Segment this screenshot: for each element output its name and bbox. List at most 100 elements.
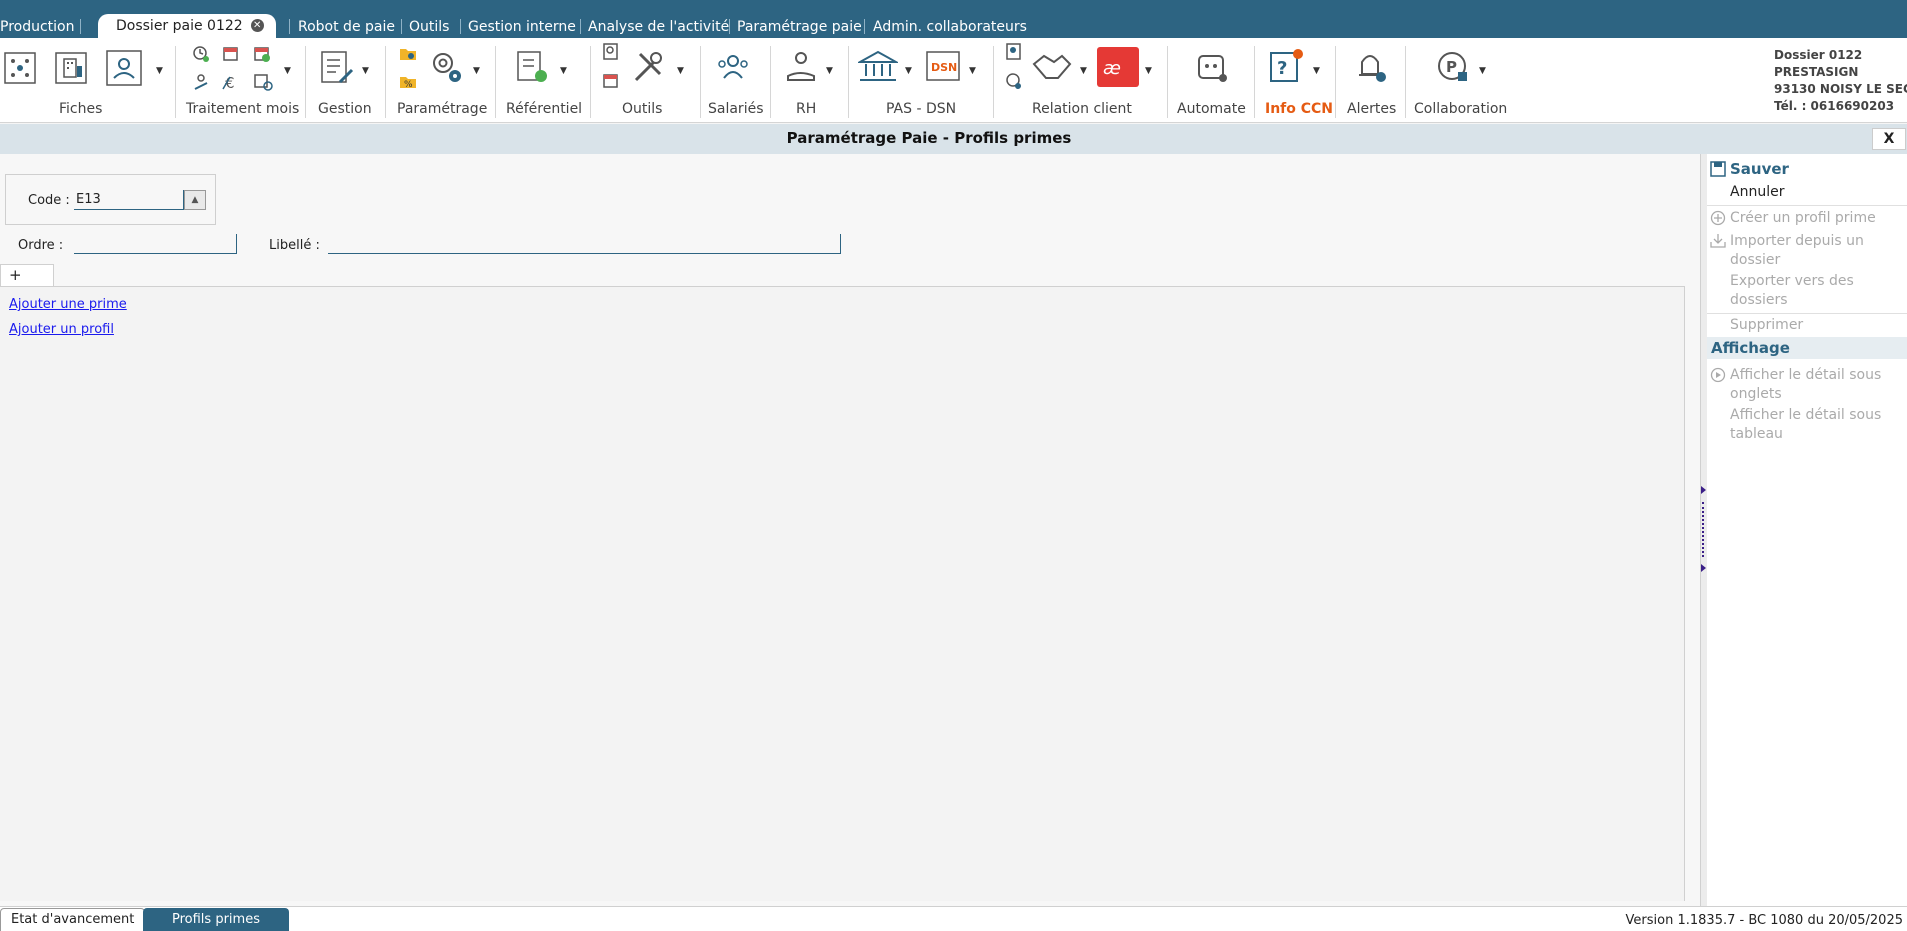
chevron-down-icon[interactable]: ▼ xyxy=(1145,66,1152,76)
calendar-view-icon[interactable] xyxy=(253,73,273,91)
import-line-1: Importer depuis un xyxy=(1730,233,1864,249)
myae-logo-icon[interactable]: æ xyxy=(1097,47,1139,87)
ribbon-separator xyxy=(1254,46,1255,118)
tab-separator xyxy=(80,19,81,34)
chevron-down-icon[interactable]: ▼ xyxy=(677,66,684,76)
chevron-down-icon[interactable]: ▼ xyxy=(1479,66,1486,76)
tab-gestion-interne[interactable]: Gestion interne xyxy=(468,16,576,38)
document-search-icon[interactable] xyxy=(516,50,552,86)
tab-parametrage-paie[interactable]: Paramétrage paie xyxy=(737,16,862,38)
ribbon-separator xyxy=(1167,46,1168,118)
calendar-edit-icon[interactable] xyxy=(222,45,240,63)
alert-bell-icon[interactable] xyxy=(1354,48,1390,86)
chevron-down-icon[interactable]: ▼ xyxy=(1080,66,1087,76)
delete-button[interactable]: Supprimer xyxy=(1730,316,1803,335)
employees-group-icon[interactable] xyxy=(716,52,750,84)
dossier-company: PRESTASIGN xyxy=(1774,65,1859,79)
ordre-field[interactable] xyxy=(74,234,237,254)
ribbon-separator xyxy=(1335,46,1336,118)
ribbon-group-parametrage: Paramétrage xyxy=(397,101,488,117)
calendar-check-icon[interactable] xyxy=(253,45,271,63)
organization-chart-icon[interactable] xyxy=(4,52,36,84)
collapse-arrow-icon[interactable] xyxy=(1701,486,1706,494)
dsn-icon[interactable]: DSN xyxy=(925,50,961,84)
libelle-label: Libellé : xyxy=(269,238,320,253)
person-transfer-icon[interactable] xyxy=(192,73,210,91)
close-tab-icon[interactable]: ✕ xyxy=(250,18,264,32)
handshake-icon[interactable] xyxy=(1032,50,1072,84)
folder-percent-icon[interactable]: % xyxy=(399,73,417,91)
ribbon-group-relation-client: Relation client xyxy=(1032,101,1132,117)
import-button[interactable]: Importer depuis un dossier xyxy=(1730,232,1864,270)
splitter-grip[interactable] xyxy=(1702,502,1705,557)
settings-gear-icon[interactable] xyxy=(428,48,464,86)
ribbon-group-referentiel: Référentiel xyxy=(506,101,583,117)
employee-card-icon[interactable] xyxy=(106,50,142,86)
show-detail-tabs-line-2: onglets xyxy=(1730,386,1782,402)
version-text: Version 1.1835.7 - BC 1080 du 20/05/2025 xyxy=(1625,913,1903,928)
tab-analyse-activite[interactable]: Analyse de l'activité xyxy=(588,16,729,38)
bottom-tab-profils-primes[interactable]: Profils primes xyxy=(143,908,289,931)
tab-robot-de-paie[interactable]: Robot de paie xyxy=(298,16,395,38)
calendar-tool-icon[interactable] xyxy=(602,72,620,90)
chevron-down-icon[interactable]: ▼ xyxy=(362,66,369,76)
tab-production[interactable]: Production xyxy=(0,16,74,38)
tab-separator xyxy=(864,19,865,34)
tools-icon[interactable] xyxy=(630,48,668,86)
svg-text:DSN: DSN xyxy=(931,61,957,74)
portal-icon[interactable] xyxy=(1005,72,1023,90)
ribbon-separator xyxy=(848,46,849,118)
folder-view-icon[interactable] xyxy=(399,45,417,63)
robot-icon[interactable] xyxy=(1195,50,1229,86)
bottom-tab-etat-avancement[interactable]: Etat d'avancement xyxy=(0,908,146,931)
tab-outils[interactable]: Outils xyxy=(409,16,449,38)
save-button[interactable]: Sauver xyxy=(1730,160,1789,179)
contact-card-icon[interactable] xyxy=(1005,43,1023,61)
help-book-icon[interactable]: ? xyxy=(1268,48,1306,86)
show-detail-table-line-2: tableau xyxy=(1730,426,1783,442)
tab-dossier-paie[interactable]: Dossier paie 0122 ✕ xyxy=(98,14,276,38)
panel-splitter[interactable] xyxy=(1700,154,1707,906)
tab-admin-collaborateurs[interactable]: Admin. collaborateurs xyxy=(873,16,1027,38)
add-profile-link[interactable]: Ajouter un profil xyxy=(9,322,114,337)
add-tab-button[interactable]: + xyxy=(0,264,54,286)
import-icon xyxy=(1710,234,1726,248)
building-icon[interactable] xyxy=(55,52,87,84)
expand-arrow-icon[interactable] xyxy=(1701,564,1706,572)
close-button[interactable]: X xyxy=(1872,128,1906,150)
tab-dossier-label: Dossier paie 0122 xyxy=(116,18,243,34)
chevron-down-icon[interactable]: ▼ xyxy=(826,66,833,76)
chevron-down-icon[interactable]: ▼ xyxy=(560,66,567,76)
user-card-icon[interactable] xyxy=(602,43,620,61)
chevron-down-icon[interactable]: ▼ xyxy=(284,66,291,76)
bank-icon[interactable] xyxy=(858,48,898,86)
svg-text:P: P xyxy=(1446,58,1457,76)
dossier-info: Dossier 0122 PRESTASIGN 93130 NOISY LE S… xyxy=(1774,47,1907,115)
chevron-down-icon[interactable]: ▼ xyxy=(473,66,480,76)
libelle-field[interactable] xyxy=(328,234,841,254)
ribbon-group-traitement-mois: Traitement mois xyxy=(186,101,300,117)
export-button[interactable]: Exporter vers des dossiers xyxy=(1730,272,1854,310)
cancel-button[interactable]: Annuler xyxy=(1730,183,1784,202)
show-detail-table-button[interactable]: Afficher le détail sous tableau xyxy=(1730,406,1881,444)
show-detail-table-line-1: Afficher le détail sous xyxy=(1730,407,1882,423)
save-icon xyxy=(1710,161,1726,177)
code-field[interactable]: E13 xyxy=(74,190,184,210)
chevron-down-icon[interactable]: ▼ xyxy=(156,66,163,76)
chevron-up-icon[interactable]: ▲ xyxy=(184,190,206,210)
show-detail-tabs-button[interactable]: Afficher le détail sous onglets xyxy=(1730,366,1881,404)
collaboration-icon[interactable]: P xyxy=(1436,48,1472,86)
ribbon-group-outils: Outils xyxy=(622,101,663,117)
create-profile-button[interactable]: Créer un profil prime xyxy=(1730,209,1876,228)
hand-person-icon[interactable] xyxy=(784,50,818,86)
euro-icon[interactable]: € xyxy=(222,73,240,91)
ordre-label: Ordre : xyxy=(18,238,64,253)
checklist-edit-icon[interactable] xyxy=(320,50,354,86)
clock-icon[interactable] xyxy=(192,45,210,63)
chevron-down-icon[interactable]: ▼ xyxy=(969,66,976,76)
code-label: Code : xyxy=(28,193,70,208)
divider xyxy=(1707,205,1907,206)
add-prime-link[interactable]: Ajouter une prime xyxy=(9,297,127,312)
chevron-down-icon[interactable]: ▼ xyxy=(1313,66,1320,76)
chevron-down-icon[interactable]: ▼ xyxy=(905,66,912,76)
